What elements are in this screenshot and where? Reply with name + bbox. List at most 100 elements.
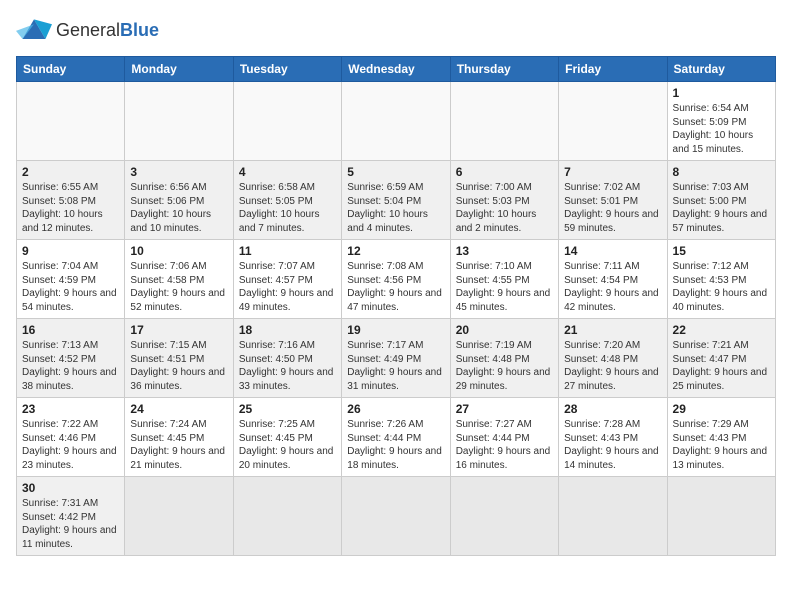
- day-number: 7: [564, 165, 661, 179]
- day-info: Sunrise: 7:24 AMSunset: 4:45 PMDaylight:…: [130, 418, 227, 472]
- day-number: 13: [456, 244, 553, 258]
- day-number: 24: [130, 402, 227, 416]
- logo-text: GeneralBlue: [56, 20, 159, 41]
- day-number: 4: [239, 165, 336, 179]
- calendar-cell: 18 Sunrise: 7:16 AMSunset: 4:50 PMDayligh…: [233, 319, 341, 398]
- day-number: 16: [22, 323, 119, 337]
- col-header-thursday: Thursday: [450, 57, 558, 82]
- calendar-cell: 15Sunrise: 7:12 AMSunset: 4:53 PMDayligh…: [667, 240, 775, 319]
- calendar-cell: [233, 477, 341, 556]
- day-info: Sunrise: 7:22 AMSunset: 4:46 PMDaylight:…: [22, 418, 119, 472]
- day-info: Sunrise: 7:26 AMSunset: 4:44 PMDaylight:…: [347, 418, 444, 472]
- col-header-sunday: Sunday: [17, 57, 125, 82]
- col-header-friday: Friday: [559, 57, 667, 82]
- calendar-week-row: 2 Sunrise: 6:55 AMSunset: 5:08 PMDaylight…: [17, 161, 776, 240]
- day-info: Sunrise: 6:54 AMSunset: 5:09 PMDaylight:…: [673, 102, 770, 156]
- day-info: Sunrise: 7:20 AMSunset: 4:48 PMDaylight:…: [564, 339, 661, 393]
- day-number: 15: [673, 244, 770, 258]
- calendar-week-row: 16 Sunrise: 7:13 AMSunset: 4:52 PMDayligh…: [17, 319, 776, 398]
- day-info: Sunrise: 7:02 AMSunset: 5:01 PMDaylight:…: [564, 181, 661, 235]
- day-info: Sunrise: 7:13 AMSunset: 4:52 PMDaylight:…: [22, 339, 119, 393]
- col-header-wednesday: Wednesday: [342, 57, 450, 82]
- calendar-cell: [667, 477, 775, 556]
- page-header: GeneralBlue: [16, 16, 776, 44]
- calendar-cell: 28 Sunrise: 7:28 AMSunset: 4:43 PMDayligh…: [559, 398, 667, 477]
- col-header-monday: Monday: [125, 57, 233, 82]
- logo-icon: [16, 16, 52, 44]
- calendar-cell: 21 Sunrise: 7:20 AMSunset: 4:48 PMDayligh…: [559, 319, 667, 398]
- day-number: 20: [456, 323, 553, 337]
- calendar-cell: 4 Sunrise: 6:58 AMSunset: 5:05 PMDaylight…: [233, 161, 341, 240]
- day-info: Sunrise: 7:17 AMSunset: 4:49 PMDaylight:…: [347, 339, 444, 393]
- calendar-cell: 1 Sunrise: 6:54 AMSunset: 5:09 PMDaylight…: [667, 82, 775, 161]
- calendar-cell: 9Sunrise: 7:04 AMSunset: 4:59 PMDaylight…: [17, 240, 125, 319]
- day-number: 29: [673, 402, 770, 416]
- day-info: Sunrise: 7:11 AMSunset: 4:54 PMDaylight:…: [564, 260, 661, 314]
- day-number: 18: [239, 323, 336, 337]
- day-info: Sunrise: 7:08 AMSunset: 4:56 PMDaylight:…: [347, 260, 444, 314]
- calendar-cell: [559, 477, 667, 556]
- day-info: Sunrise: 7:19 AMSunset: 4:48 PMDaylight:…: [456, 339, 553, 393]
- calendar-week-row: 23 Sunrise: 7:22 AMSunset: 4:46 PMDayligh…: [17, 398, 776, 477]
- calendar-week-row: 30 Sunrise: 7:31 AMSunset: 4:42 PMDayligh…: [17, 477, 776, 556]
- day-info: Sunrise: 7:29 AMSunset: 4:43 PMDaylight:…: [673, 418, 770, 472]
- col-header-saturday: Saturday: [667, 57, 775, 82]
- calendar-cell: 22Sunrise: 7:21 AMSunset: 4:47 PMDayligh…: [667, 319, 775, 398]
- calendar-cell: 6 Sunrise: 7:00 AMSunset: 5:03 PMDaylight…: [450, 161, 558, 240]
- logo: GeneralBlue: [16, 16, 159, 44]
- calendar-week-row: 9Sunrise: 7:04 AMSunset: 4:59 PMDaylight…: [17, 240, 776, 319]
- calendar-cell: [125, 477, 233, 556]
- calendar-cell: 27 Sunrise: 7:27 AMSunset: 4:44 PMDayligh…: [450, 398, 558, 477]
- calendar-cell: [450, 82, 558, 161]
- day-number: 9: [22, 244, 119, 258]
- day-number: 27: [456, 402, 553, 416]
- day-number: 17: [130, 323, 227, 337]
- day-number: 23: [22, 402, 119, 416]
- day-info: Sunrise: 6:58 AMSunset: 5:05 PMDaylight:…: [239, 181, 336, 235]
- day-number: 2: [22, 165, 119, 179]
- calendar-cell: [342, 477, 450, 556]
- day-number: 11: [239, 244, 336, 258]
- calendar-cell: 19Sunrise: 7:17 AMSunset: 4:49 PMDayligh…: [342, 319, 450, 398]
- day-number: 14: [564, 244, 661, 258]
- day-info: Sunrise: 7:31 AMSunset: 4:42 PMDaylight:…: [22, 497, 119, 551]
- calendar-cell: 10Sunrise: 7:06 AMSunset: 4:58 PMDayligh…: [125, 240, 233, 319]
- calendar-header-row: SundayMondayTuesdayWednesdayThursdayFrid…: [17, 57, 776, 82]
- calendar-cell: 7 Sunrise: 7:02 AMSunset: 5:01 PMDaylight…: [559, 161, 667, 240]
- day-info: Sunrise: 7:16 AMSunset: 4:50 PMDaylight:…: [239, 339, 336, 393]
- day-info: Sunrise: 7:21 AMSunset: 4:47 PMDaylight:…: [673, 339, 770, 393]
- day-number: 21: [564, 323, 661, 337]
- day-number: 26: [347, 402, 444, 416]
- calendar-cell: [342, 82, 450, 161]
- day-number: 30: [22, 481, 119, 495]
- day-number: 1: [673, 86, 770, 100]
- calendar-cell: [559, 82, 667, 161]
- calendar-week-row: 1 Sunrise: 6:54 AMSunset: 5:09 PMDaylight…: [17, 82, 776, 161]
- calendar-cell: [125, 82, 233, 161]
- day-info: Sunrise: 7:27 AMSunset: 4:44 PMDaylight:…: [456, 418, 553, 472]
- day-info: Sunrise: 6:56 AMSunset: 5:06 PMDaylight:…: [130, 181, 227, 235]
- day-number: 6: [456, 165, 553, 179]
- calendar-cell: 24 Sunrise: 7:24 AMSunset: 4:45 PMDayligh…: [125, 398, 233, 477]
- calendar-cell: 14 Sunrise: 7:11 AMSunset: 4:54 PMDayligh…: [559, 240, 667, 319]
- day-info: Sunrise: 7:03 AMSunset: 5:00 PMDaylight:…: [673, 181, 770, 235]
- calendar-cell: [233, 82, 341, 161]
- calendar-cell: 12Sunrise: 7:08 AMSunset: 4:56 PMDayligh…: [342, 240, 450, 319]
- day-number: 25: [239, 402, 336, 416]
- calendar-cell: 16 Sunrise: 7:13 AMSunset: 4:52 PMDayligh…: [17, 319, 125, 398]
- calendar-table: SundayMondayTuesdayWednesdayThursdayFrid…: [16, 56, 776, 556]
- calendar-cell: 30 Sunrise: 7:31 AMSunset: 4:42 PMDayligh…: [17, 477, 125, 556]
- day-number: 10: [130, 244, 227, 258]
- calendar-cell: 26 Sunrise: 7:26 AMSunset: 4:44 PMDayligh…: [342, 398, 450, 477]
- calendar-cell: 3Sunrise: 6:56 AMSunset: 5:06 PMDaylight…: [125, 161, 233, 240]
- day-number: 28: [564, 402, 661, 416]
- day-number: 8: [673, 165, 770, 179]
- calendar-cell: 2 Sunrise: 6:55 AMSunset: 5:08 PMDaylight…: [17, 161, 125, 240]
- day-info: Sunrise: 7:28 AMSunset: 4:43 PMDaylight:…: [564, 418, 661, 472]
- day-info: Sunrise: 6:55 AMSunset: 5:08 PMDaylight:…: [22, 181, 119, 235]
- calendar-cell: 23 Sunrise: 7:22 AMSunset: 4:46 PMDayligh…: [17, 398, 125, 477]
- day-info: Sunrise: 7:07 AMSunset: 4:57 PMDaylight:…: [239, 260, 336, 314]
- calendar-cell: 17Sunrise: 7:15 AMSunset: 4:51 PMDayligh…: [125, 319, 233, 398]
- day-info: Sunrise: 7:00 AMSunset: 5:03 PMDaylight:…: [456, 181, 553, 235]
- calendar-cell: 5Sunrise: 6:59 AMSunset: 5:04 PMDaylight…: [342, 161, 450, 240]
